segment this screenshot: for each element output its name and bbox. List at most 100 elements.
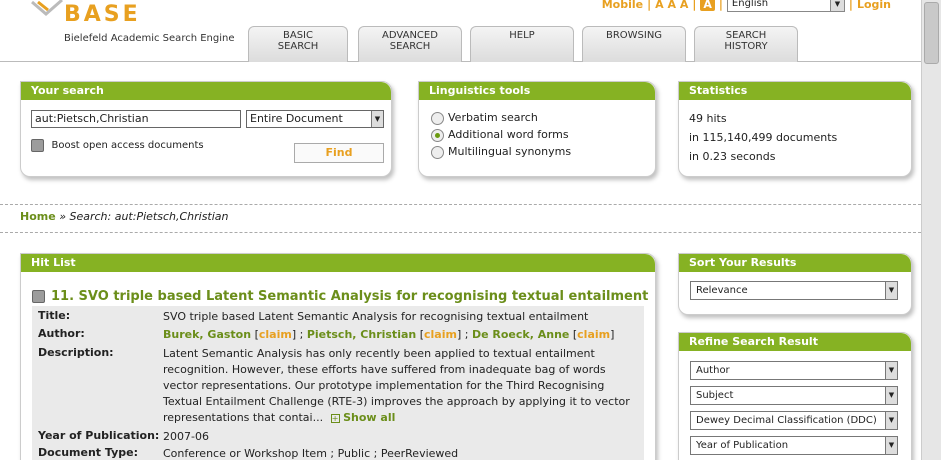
author-link[interactable]: De Roeck, Anne [472,328,569,341]
claim-link[interactable]: claim [259,328,292,341]
font-size-links[interactable]: A A A [655,0,688,11]
panel-title: Sort Your Results [679,254,911,272]
vertical-scrollbar[interactable] [921,0,941,460]
author-label: Author: [38,327,85,340]
filter-year-select[interactable]: Year of Publication ▼ [690,436,898,455]
tab-help[interactable]: HELP [470,26,574,62]
sort-value: Relevance [696,285,748,296]
header-utilities: Mobile | A A A | A | English ▼ | Login [602,0,891,12]
option-label: Verbatim search [448,111,538,124]
scrollbar-thumb[interactable] [924,2,939,64]
breadcrumb-current: Search: aut:Pietsch,Christian [69,210,229,223]
separator: | [848,0,853,11]
tab-advanced-search[interactable]: ADVANCED SEARCH [358,26,462,62]
documents-count: in 115,140,499 documents [689,131,838,144]
separator: | [647,0,652,11]
scope-select[interactable]: Entire Document ▼ [246,110,384,128]
sort-select[interactable]: Relevance ▼ [690,281,898,300]
filter-label: Year of Publication [696,440,789,451]
chevron-down-icon: ▼ [885,282,897,299]
option-label: Multilingual synonyms [448,145,572,158]
option-synonyms[interactable]: Multilingual synonyms [431,145,571,159]
panel-title: Linguistics tools [419,82,655,100]
tab-browsing[interactable]: BROWSING [582,26,686,62]
language-select[interactable]: English ▼ [726,0,845,12]
panel-title: Your search [21,82,391,100]
separator: | [692,0,697,11]
radio-synonyms[interactable] [431,145,444,159]
sort-panel: Sort Your Results Relevance ▼ [678,253,912,315]
search-panel: Your search aut:Pietsch,Christian Entire… [20,81,392,177]
chevron-down-icon: ▼ [885,387,897,404]
base-logo-icon[interactable] [28,0,68,22]
filter-subject-select[interactable]: Subject ▼ [690,386,898,405]
logo-subtitle: Bielefeld Academic Search Engine [64,33,235,44]
doctype-value: Conference or Workshop Item ; Public ; P… [163,447,459,460]
doctype-label: Document Type: [38,446,138,459]
boost-option[interactable]: Boost open access documents [31,138,204,152]
title-value: SVO triple based Latent Semantic Analysi… [163,310,589,323]
tab-label: SEARCH [389,41,431,52]
filter-author-select[interactable]: Author ▼ [690,361,898,380]
claim-link[interactable]: claim [577,328,610,341]
linguistics-panel: Linguistics tools Verbatim search Additi… [418,81,656,177]
breadcrumb-home[interactable]: Home [20,210,56,223]
chevron-down-icon: ▼ [885,412,897,429]
chevron-down-icon: ▼ [885,437,897,454]
breadcrumb-separator: » [59,210,66,223]
radio-verbatim[interactable] [431,111,444,125]
tab-label: HISTORY [724,41,768,52]
show-all-link[interactable]: Show all [343,411,395,424]
scope-value: Entire Document [250,112,343,125]
filter-label: Subject [696,390,734,401]
chevron-down-icon: ▼ [885,362,897,379]
panel-title: Hit List [21,254,655,272]
divider [0,204,921,205]
filter-ddc-select[interactable]: Dewey Decimal Classification (DDC) ▼ [690,411,898,430]
title-label: Title: [38,309,71,322]
radio-word-forms[interactable] [431,128,444,142]
plus-icon[interactable]: + [330,414,340,423]
login-link[interactable]: Login [857,0,891,11]
description-label: Description: [38,346,114,359]
boost-label: Boost open access documents [51,140,204,151]
hit-title[interactable]: 11. SVO triple based Latent Semantic Ana… [32,289,648,304]
hits-count: 49 hits [689,112,727,125]
divider [0,232,921,233]
boost-checkbox[interactable] [31,138,44,152]
find-button[interactable]: Find [294,143,384,163]
tab-search-history[interactable]: SEARCH HISTORY [694,26,798,62]
hit-title-text[interactable]: 11. SVO triple based Latent Semantic Ana… [51,289,648,304]
tab-label: BROWSING [605,30,663,41]
separator: | [718,0,723,11]
mobile-link[interactable]: Mobile [602,0,643,11]
search-input[interactable]: aut:Pietsch,Christian [31,110,241,128]
claim-link[interactable]: claim [424,328,457,341]
panel-title: Statistics [679,82,911,100]
hit-select-checkbox[interactable] [32,290,45,303]
tab-label: HELP [509,30,535,41]
option-label: Additional word forms [448,128,569,141]
tab-label: BASIC [283,30,313,41]
logo-text[interactable]: BASE [64,2,141,27]
tab-label: SEARCH [725,30,767,41]
tab-basic-search[interactable]: BASIC SEARCH [248,26,348,62]
description-text: Latent Semantic Analysis has only recent… [163,347,630,424]
breadcrumb: Home » Search: aut:Pietsch,Christian [20,210,229,223]
year-label: Year of Publication: [38,429,160,442]
refine-panel: Refine Search Result Author ▼ Subject ▼ … [678,332,912,460]
year-value: 2007-06 [163,430,209,443]
option-verbatim[interactable]: Verbatim search [431,111,538,125]
panel-title: Refine Search Result [679,333,911,351]
statistics-panel: Statistics 49 hits in 115,140,499 docume… [678,81,912,177]
author-link[interactable]: Pietsch, Christian [307,328,416,341]
author-list: Burek, Gaston [claim] ; Pietsch, Christi… [163,328,615,341]
site-header: BASE Bielefeld Academic Search Engine BA… [0,0,921,62]
description-block: Latent Semantic Analysis has only recent… [163,346,638,426]
filter-label: Author [696,365,730,376]
tab-label: SEARCH [277,41,319,52]
high-contrast-button[interactable]: A [700,0,715,11]
filter-label: Dewey Decimal Classification (DDC) [696,415,877,426]
option-word-forms[interactable]: Additional word forms [431,128,569,142]
author-link[interactable]: Burek, Gaston [163,328,251,341]
